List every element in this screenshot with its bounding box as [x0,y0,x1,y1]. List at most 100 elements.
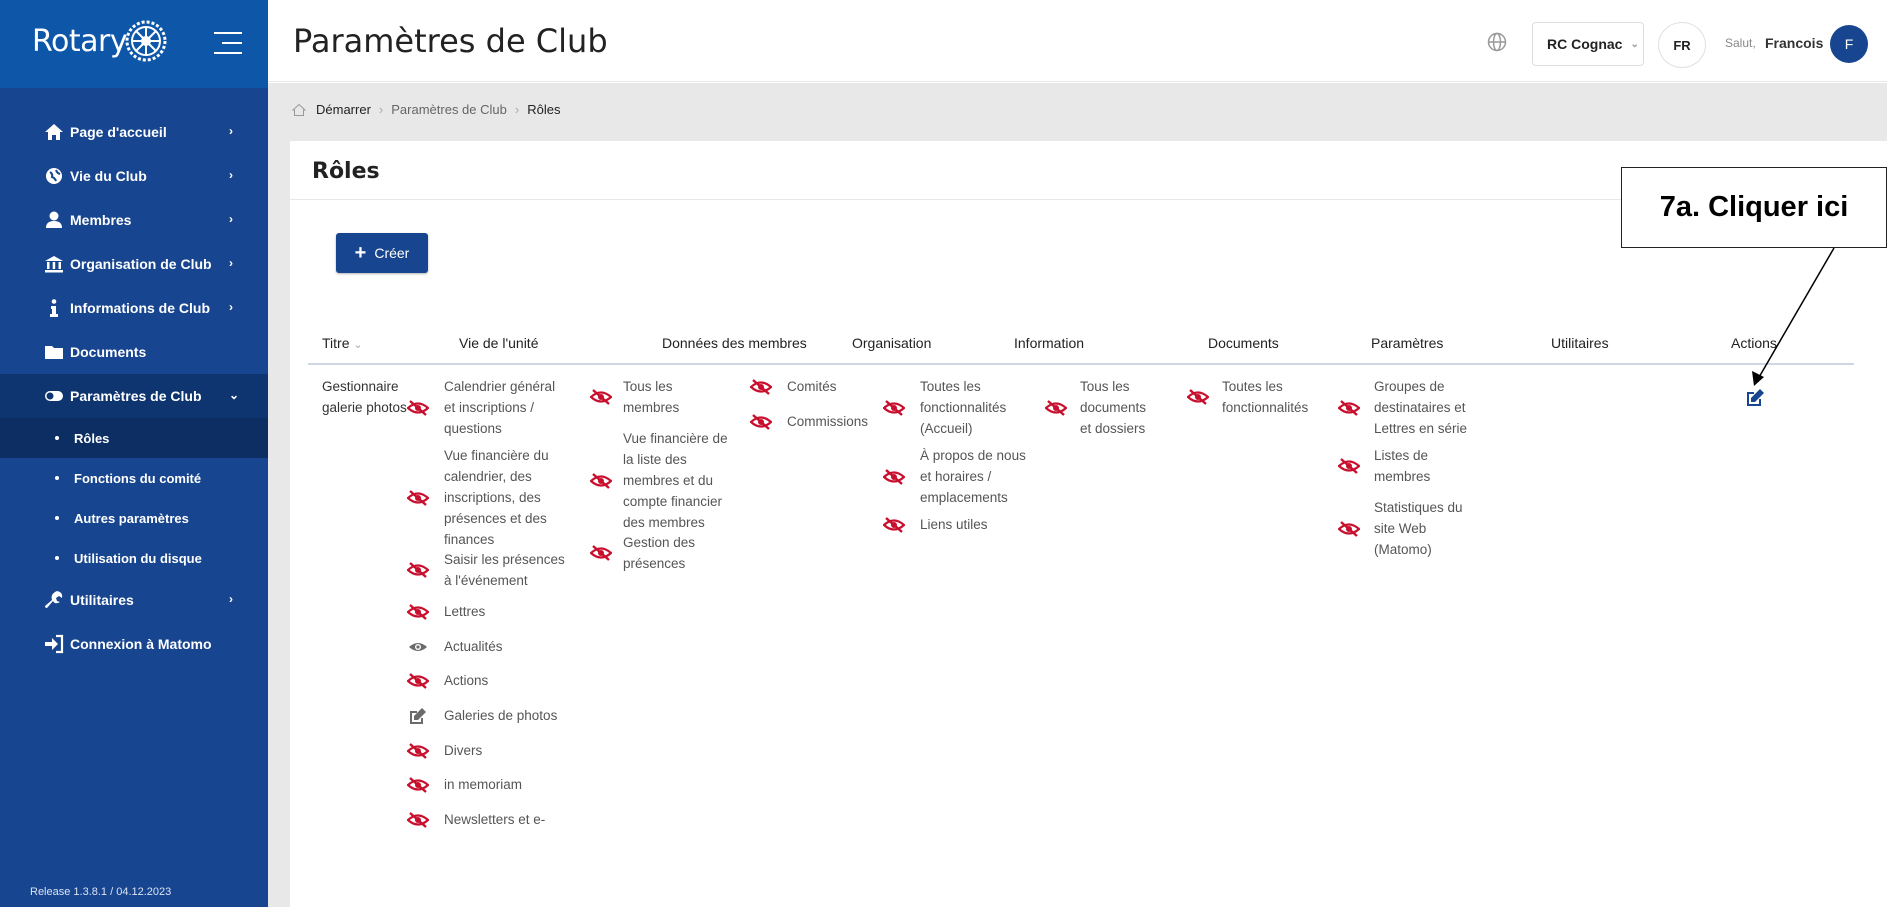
permission-label: in memoriam [444,774,522,795]
globe-language-icon[interactable] [1487,32,1507,52]
sidebar-item-informations[interactable]: Informations de Club › [0,286,268,330]
chevron-right-icon: › [229,300,233,314]
permission-item[interactable]: Groupes de destinataires et Lettres en sér… [1338,376,1467,439]
permission-item[interactable]: Statistiques du site Web (Matomo) [1338,497,1463,560]
permission-item[interactable]: Tous les membres [590,376,679,418]
eye-slash-icon[interactable] [407,742,429,759]
edit-icon[interactable] [407,707,429,724]
eye-slash-icon[interactable] [1338,458,1360,474]
club-select[interactable]: RC Cognac ⌄ [1532,22,1644,66]
eye-slash-icon[interactable] [1187,389,1209,405]
permission-item[interactable]: in memoriam [407,774,522,795]
sidebar-subitem-fonctions-comite[interactable]: Fonctions du comité [0,458,268,498]
permission-label: Tous les membres [623,376,679,418]
logo-bar: Rotary [0,0,268,88]
permission-item[interactable]: Gestion des présences [590,532,695,574]
permission-item[interactable]: À propos de nous et horaires / emplacement… [883,445,1026,508]
eye-slash-icon[interactable] [590,472,612,489]
eye-slash-icon[interactable] [407,776,429,793]
sidebar-subitem-utilisation-disque[interactable]: Utilisation du disque [0,538,268,578]
menu-toggle-icon[interactable] [214,32,242,54]
sidebar-item-utilitaires[interactable]: Utilitaires › [0,578,268,622]
permission-item[interactable]: Actions [407,670,488,691]
eye-slash-icon[interactable] [407,811,429,828]
table-header-line [308,363,1854,365]
permission-label-line: (Accueil) [920,421,973,436]
permission-item[interactable]: Vue financière de la liste des membres et … [590,428,728,533]
eye-slash-icon[interactable] [407,562,429,578]
permission-label: Gestion des présences [623,532,695,574]
permission-item[interactable]: Listes de membres [1338,445,1430,487]
info-icon [50,299,58,317]
sidebar-nav: Page d'accueil › Vie du Club › Membres ›… [0,110,268,666]
permission-item[interactable]: Divers [407,740,482,761]
sidebar-item-matomo[interactable]: Connexion à Matomo [0,622,268,666]
eye-slash-icon[interactable] [1045,399,1067,416]
permission-item[interactable]: Saisir les présences à l'événement [407,549,565,591]
breadcrumb-parametres[interactable]: Paramètres de Club [391,102,507,117]
permission-item[interactable]: Toutes les fonctionnalités (Accueil) [883,376,1006,439]
permission-item[interactable]: Calendrier général et inscriptions / quest… [407,376,555,439]
permission-item[interactable]: Commissions [750,411,868,432]
globe-icon [46,168,62,184]
edit-role-icon[interactable] [1744,387,1766,409]
column-header-titre[interactable]: Titre ⌄ [322,335,363,351]
sidebar-item-documents[interactable]: Documents [0,330,268,374]
language-button[interactable]: FR [1658,22,1706,68]
eye-slash-icon[interactable] [750,413,772,430]
eye-slash-icon[interactable] [407,672,429,689]
eye-slash-icon[interactable] [1338,520,1360,537]
column-header-organisation: Organisation [852,335,932,351]
eye-slash-icon[interactable] [407,489,429,506]
sidebar-item-organisation[interactable]: Organisation de Club › [0,242,268,286]
sidebar-subitem-autres-parametres[interactable]: Autres paramètres [0,498,268,538]
eye-slash-icon[interactable] [883,516,905,533]
permission-item[interactable]: Actualités [407,636,503,657]
avatar[interactable]: F [1830,25,1868,63]
user-name[interactable]: Francois [1765,35,1823,51]
permission-item[interactable]: Galeries de photos [407,705,557,726]
sidebar-item-parametres[interactable]: Paramètres de Club ⌄ [0,374,268,418]
permission-label: Lettres [444,601,485,622]
eye-slash-icon[interactable] [883,468,905,485]
eye-slash-icon[interactable] [590,545,612,561]
permission-item[interactable]: Liens utiles [883,514,988,535]
permission-item[interactable]: Newsletters et e- [407,809,545,830]
bullet-icon [55,516,59,520]
eye-slash-icon[interactable] [590,389,612,405]
home-outline-icon[interactable] [292,103,306,117]
sidebar-item-accueil[interactable]: Page d'accueil › [0,110,268,154]
permission-label-line: Calendrier général [444,379,556,394]
eye-slash-icon[interactable] [883,399,905,416]
rotary-wheel-icon [125,20,167,62]
chevron-right-icon: › [229,256,233,270]
permission-label-line: fonctionnalités [920,400,1007,415]
permission-item[interactable]: Tous les documents et dossiers [1045,376,1146,439]
create-role-button[interactable]: + Créer [336,233,428,273]
permission-label: Listes de membres [1374,445,1430,487]
roles-card: Rôles + Créer Titre ⌄ Vie de l'unité Don… [290,141,1887,907]
permission-item[interactable]: Toutes les fonctionnalités [1187,376,1308,418]
eye-slash-icon[interactable] [407,603,429,620]
permission-item[interactable]: Comités [750,376,837,397]
breadcrumb-demarrer[interactable]: Démarrer [316,102,371,117]
permission-item[interactable]: Vue financière du calendrier, des inscript… [407,445,549,550]
eye-slash-icon[interactable] [750,378,772,395]
sidebar-subitem-roles[interactable]: Rôles [0,418,268,458]
sidebar-item-membres[interactable]: Membres › [0,198,268,242]
eye-icon[interactable] [407,639,429,655]
eye-slash-icon[interactable] [407,399,429,416]
permission-label-line: Commissions [787,414,869,429]
sidebar-item-vie-du-club[interactable]: Vie du Club › [0,154,268,198]
sidebar-subitem-label: Rôles [74,430,110,446]
permission-label-line: présences et des [444,511,547,526]
eye-slash-icon[interactable] [1338,399,1360,416]
sign-in-icon [45,634,64,654]
breadcrumb-separator: › [514,102,520,117]
permission-label-line: et inscriptions / [444,400,535,415]
chevron-right-icon: › [229,592,233,606]
greeting-text: Salut, [1725,36,1756,50]
permission-item[interactable]: Lettres [407,601,485,622]
permission-label-line: membres et du [623,473,714,488]
breadcrumb-separator: › [378,102,384,117]
